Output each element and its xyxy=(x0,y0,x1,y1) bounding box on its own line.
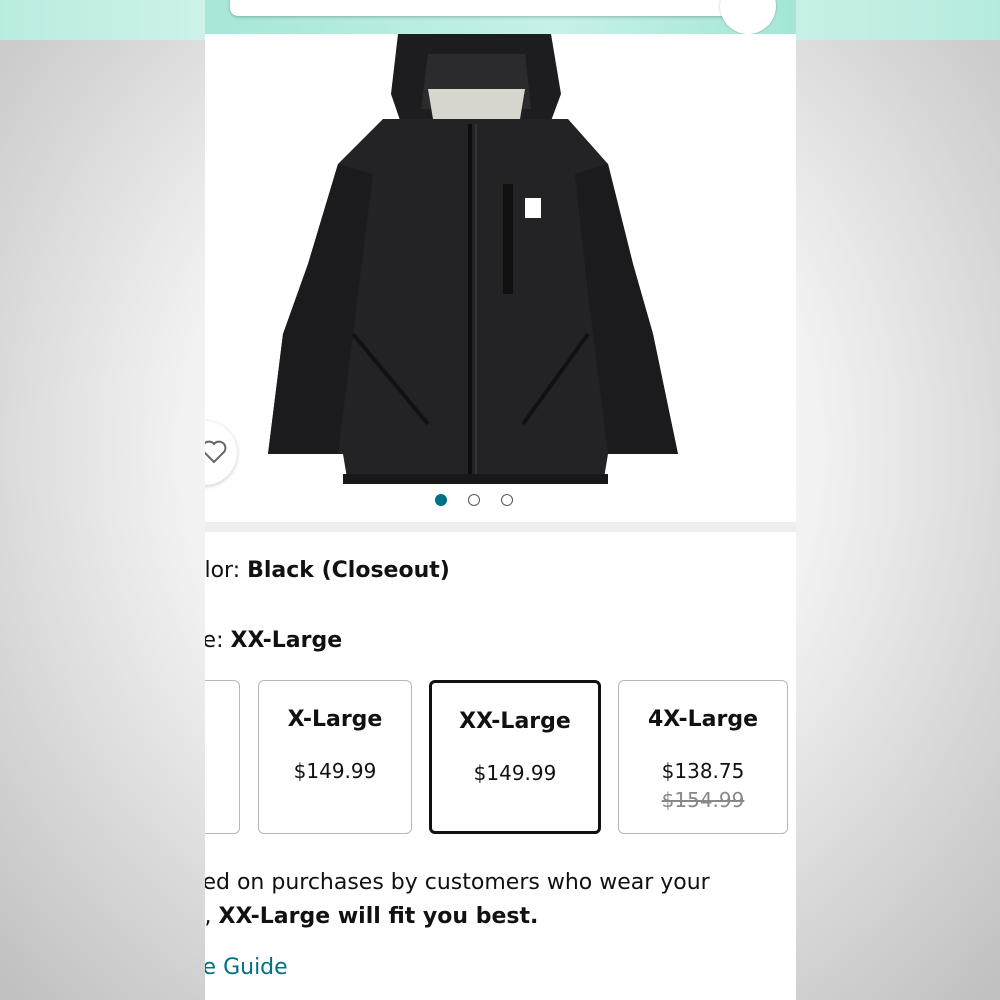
carousel-dot-1[interactable] xyxy=(435,494,447,506)
fit-line-2-prefix: e, xyxy=(205,904,212,929)
carousel-dot-3[interactable] xyxy=(501,494,513,506)
size-value: XX-Large xyxy=(230,628,343,653)
size-option-name: 4X-Large xyxy=(648,707,758,732)
background-top-right xyxy=(795,0,1000,40)
size-guide-link[interactable]: ze Guide xyxy=(205,955,288,980)
color-label: olor: xyxy=(205,558,241,583)
size-option-name: X-Large xyxy=(287,707,383,732)
background-top-left xyxy=(0,0,205,40)
size-option-old-price: $154.99 xyxy=(661,788,745,812)
fit-line-1: sed on purchases by customers who wear y… xyxy=(205,870,710,895)
fit-line-2-bold: XX-Large will fit you best. xyxy=(218,904,539,929)
heart-icon xyxy=(205,440,227,464)
section-divider xyxy=(205,522,796,532)
size-option-xx-large[interactable]: XX-Large $149.99 xyxy=(429,680,601,834)
size-selection: ze: XX-Large xyxy=(205,628,342,653)
size-option-name: XX-Large xyxy=(459,709,571,734)
size-option-price: $149.99 xyxy=(293,759,377,783)
color-selection: olor: Black (Closeout) xyxy=(205,558,450,583)
fit-line-2: e, XX-Large will fit you best. xyxy=(205,900,791,934)
image-carousel-dots xyxy=(205,494,796,510)
product-image-area[interactable] xyxy=(205,34,796,522)
size-option-price: $138.75 xyxy=(661,759,745,783)
size-label: ze: xyxy=(205,628,224,653)
fit-recommendation: sed on purchases by customers who wear y… xyxy=(205,866,791,934)
size-option-4x-large[interactable]: 4X-Large $138.75 $154.99 xyxy=(618,680,788,834)
carousel-dot-2[interactable] xyxy=(468,494,480,506)
size-option-x-large[interactable]: X-Large $149.99 xyxy=(258,680,412,834)
color-value: Black (Closeout) xyxy=(247,558,450,583)
search-bar[interactable] xyxy=(230,0,774,16)
size-option-partial[interactable]: ) xyxy=(205,680,240,834)
wishlist-button[interactable] xyxy=(205,421,237,485)
size-option-price: $149.99 xyxy=(473,761,557,785)
product-image-jacket xyxy=(268,34,678,484)
product-page: olor: Black (Closeout) ze: XX-Large ) X-… xyxy=(205,0,796,1000)
